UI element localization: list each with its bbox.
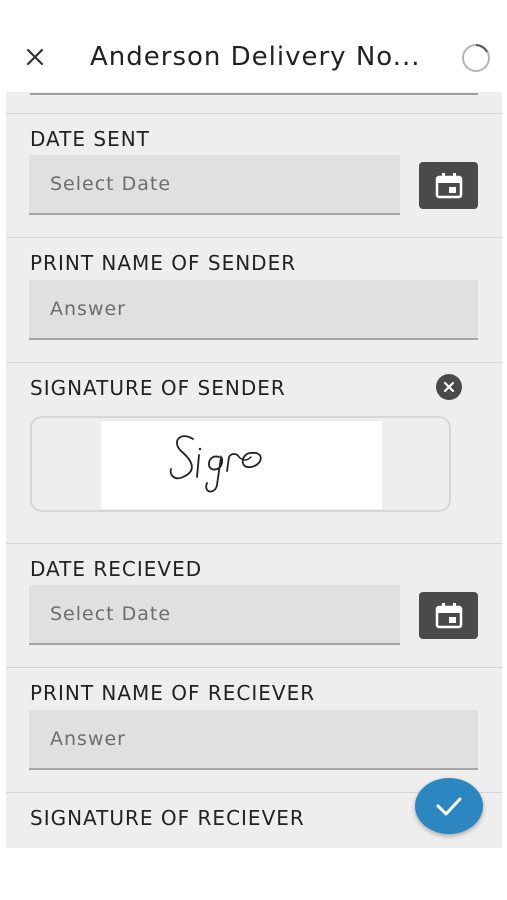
receiver-signature-label: SIGNATURE OF RECIEVER [30,806,305,830]
sender-signature-image [101,421,382,509]
section-divider [6,667,502,668]
receiver-name-label: PRINT NAME OF RECIEVER [30,681,316,705]
calendar-icon [435,602,462,628]
sync-status-icon[interactable] [461,43,491,73]
date-sent-placeholder: Select Date [50,173,172,195]
receiver-name-input[interactable]: Answer [29,710,478,770]
sync-icon [462,44,490,72]
receiver-name-placeholder: Answer [50,728,126,750]
header-bar: Anderson Delivery No... [0,0,507,92]
sender-signature-label: SIGNATURE OF SENDER [30,376,286,400]
form-container[interactable]: DATE SENT Select Date PRINT NAME OF SEND… [6,92,502,848]
previous-field-underline [30,92,478,95]
app-screen: Anderson Delivery No... DATE SENT Select… [0,0,507,900]
page-title: Anderson Delivery No... [90,42,421,72]
close-icon [26,48,44,66]
clear-signature-button[interactable] [436,374,462,400]
check-icon [436,797,462,816]
sender-name-input[interactable]: Answer [29,280,478,340]
date-sent-calendar-button[interactable] [419,162,478,209]
section-divider [6,362,502,363]
calendar-icon [435,172,462,198]
date-received-placeholder: Select Date [50,603,172,625]
handwritten-signature [169,435,262,493]
date-sent-field[interactable]: Select Date [29,155,400,215]
date-received-label: DATE RECIEVED [30,557,203,581]
clear-icon [443,381,455,393]
submit-button[interactable] [415,778,483,834]
sender-signature-box[interactable] [30,416,451,512]
close-button[interactable] [20,42,50,72]
sender-name-label: PRINT NAME OF SENDER [30,251,297,275]
date-sent-label: DATE SENT [30,127,150,151]
date-received-field[interactable]: Select Date [29,585,400,645]
sender-name-placeholder: Answer [50,298,126,320]
section-divider [6,113,502,114]
date-received-calendar-button[interactable] [419,592,478,639]
section-divider [6,543,502,544]
section-divider [6,237,502,238]
